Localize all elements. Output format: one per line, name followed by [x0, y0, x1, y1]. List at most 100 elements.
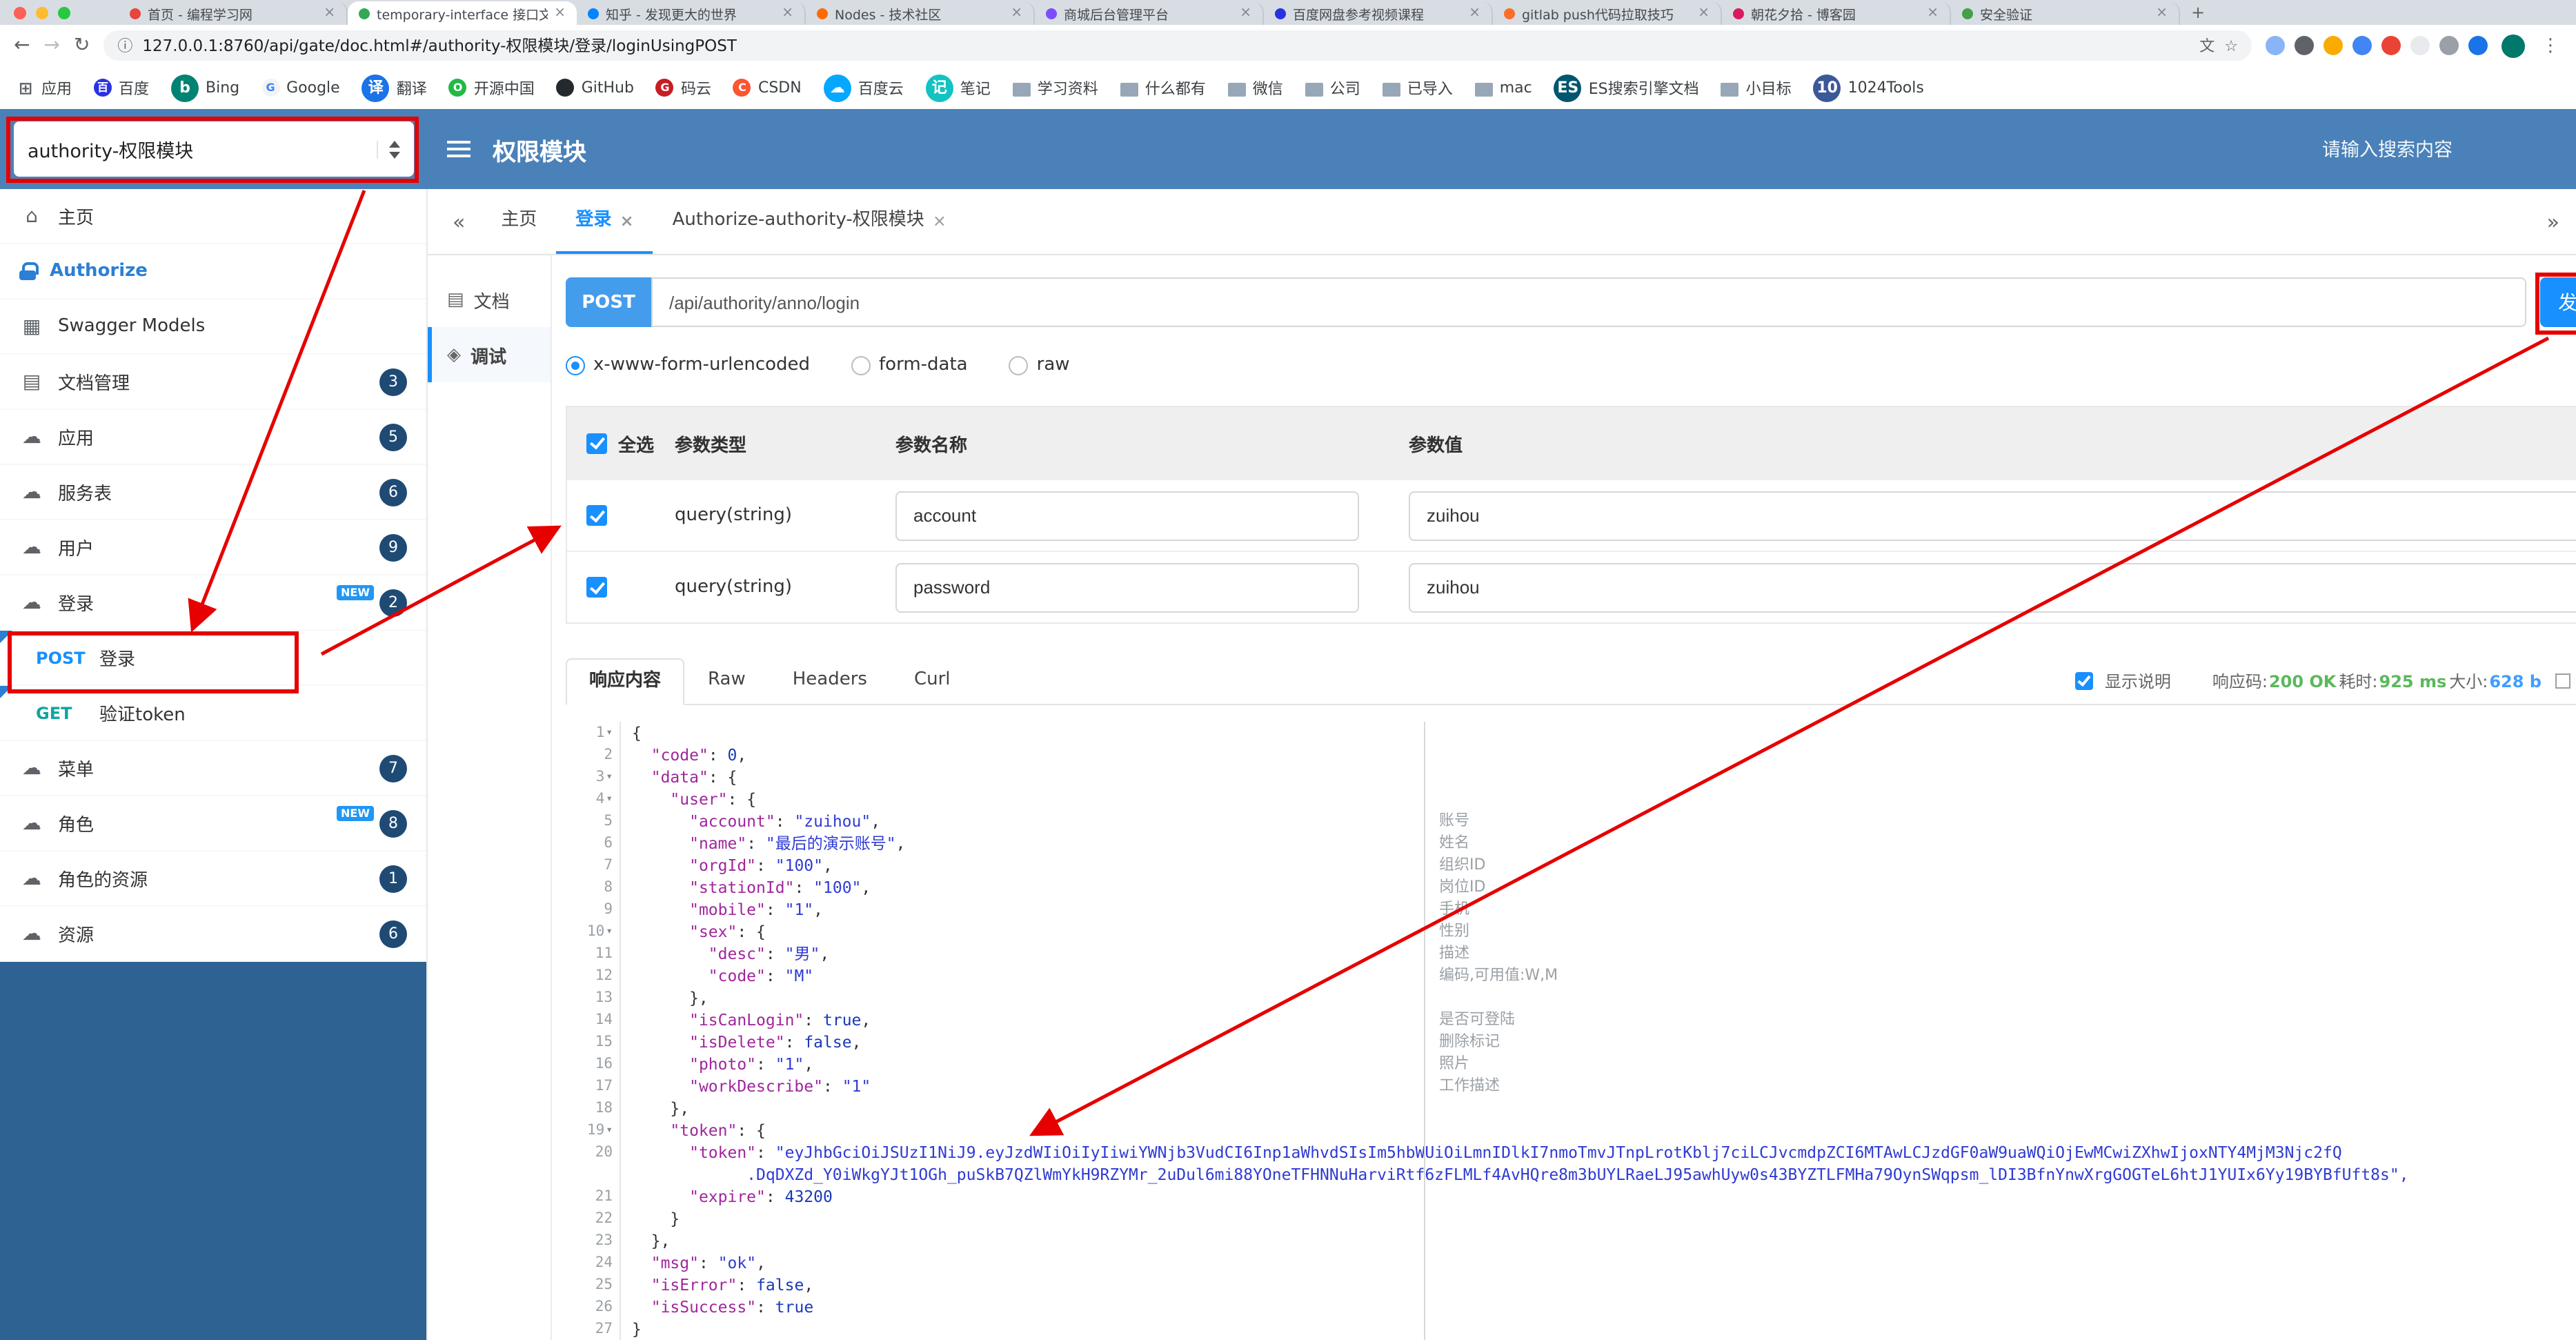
- bookmark-item[interactable]: 公司: [1305, 77, 1360, 99]
- bookmark-item[interactable]: ☁ 百度云: [823, 74, 904, 101]
- bookmark-item[interactable]: 微信: [1227, 77, 1283, 99]
- sidebar-item[interactable]: ⌂ 主页: [0, 189, 426, 244]
- content-type-radio[interactable]: x-www-form-urlencoded: [566, 355, 810, 375]
- bookmark-item[interactable]: 百 百度: [94, 77, 149, 99]
- minimize-window-icon[interactable]: [36, 7, 48, 19]
- bookmark-item[interactable]: GitHub: [556, 79, 634, 97]
- browser-tab[interactable]: 首页 - 编程学习网 ×: [119, 1, 348, 25]
- window-controls[interactable]: [14, 7, 70, 19]
- document-tab[interactable]: Authorize-authority-权限模块 ×: [653, 190, 966, 254]
- bookmark-item[interactable]: 已导入: [1382, 77, 1453, 99]
- content-type-radio[interactable]: form-data: [851, 355, 968, 375]
- extension-icon[interactable]: [2439, 36, 2459, 55]
- extension-icon[interactable]: [2352, 36, 2372, 55]
- fold-icon[interactable]: ▾: [606, 1119, 613, 1141]
- show-description-checkbox[interactable]: [2075, 672, 2094, 690]
- browser-tab[interactable]: 朝花夕拾 - 博客园 ×: [1722, 1, 1951, 25]
- bookmark-item[interactable]: G Google: [261, 79, 340, 97]
- param-name-input[interactable]: [895, 562, 1359, 612]
- browser-tab[interactable]: temporary-interface 接口文档 ×: [348, 1, 577, 25]
- fullscreen-icon[interactable]: [2555, 673, 2570, 689]
- fold-icon[interactable]: ▾: [606, 766, 613, 788]
- profile-avatar[interactable]: [2501, 34, 2525, 57]
- new-tab-button[interactable]: +: [2191, 3, 2205, 25]
- response-tab[interactable]: Curl: [891, 657, 974, 704]
- scroll-tabs-left-icon[interactable]: «: [436, 190, 482, 254]
- request-url-input[interactable]: [651, 277, 2526, 327]
- response-tab[interactable]: Headers: [769, 657, 891, 704]
- bookmark-item[interactable]: 什么都有: [1120, 77, 1206, 99]
- bookmark-item[interactable]: 学习资料: [1012, 77, 1098, 99]
- document-tab[interactable]: 主页: [482, 190, 556, 254]
- close-tab-icon[interactable]: ×: [554, 6, 566, 21]
- extension-icon[interactable]: [2468, 36, 2488, 55]
- close-tab-icon[interactable]: ×: [620, 190, 633, 251]
- close-tab-icon[interactable]: ×: [782, 6, 793, 21]
- close-tab-icon[interactable]: ×: [1927, 6, 1939, 21]
- zoom-window-icon[interactable]: [58, 7, 70, 19]
- header-search-input[interactable]: [2322, 139, 2515, 159]
- forward-icon[interactable]: →: [43, 36, 59, 55]
- sidebar-item[interactable]: ▦ Swagger Models: [0, 299, 426, 355]
- extension-icon[interactable]: [2324, 36, 2343, 55]
- back-icon[interactable]: ←: [14, 36, 30, 55]
- browser-menu-icon[interactable]: ⋮: [2539, 35, 2562, 56]
- browser-tab[interactable]: 商城后台管理平台 ×: [1035, 1, 1264, 25]
- page-info-icon[interactable]: ⓘ: [117, 35, 132, 57]
- browser-tab[interactable]: 安全验证 ×: [1951, 1, 2180, 25]
- bookmark-item[interactable]: ⊞ 应用: [17, 77, 72, 99]
- content-type-radio[interactable]: raw: [1009, 355, 1070, 375]
- browser-tab[interactable]: gitlab push代码拉取技巧 ×: [1493, 1, 1722, 25]
- send-button[interactable]: 发送: [2540, 277, 2576, 327]
- sidebar-item[interactable]: GET 验证token: [0, 686, 426, 741]
- close-tab-icon[interactable]: ×: [933, 190, 947, 251]
- close-tab-icon[interactable]: ×: [1011, 6, 1022, 21]
- scroll-tabs-right-icon[interactable]: »: [2530, 190, 2576, 254]
- bookmark-star-icon[interactable]: ☆: [2224, 37, 2238, 55]
- bookmark-item[interactable]: C CSDN: [733, 79, 802, 97]
- close-tab-icon[interactable]: ×: [1469, 6, 1480, 21]
- fold-icon[interactable]: ▾: [606, 722, 613, 744]
- sidebar-item[interactable]: ▤ 文档管理 3: [0, 355, 426, 410]
- close-tab-icon[interactable]: ×: [1698, 6, 1710, 21]
- extension-icon[interactable]: [2266, 36, 2285, 55]
- extension-icon[interactable]: [2295, 36, 2314, 55]
- translate-icon[interactable]: 文: [2199, 35, 2215, 57]
- sidebar-item[interactable]: Authorize: [0, 244, 426, 299]
- sidebar-item[interactable]: ☁ 角色的资源 1: [0, 851, 426, 907]
- sidebar-item[interactable]: ☁ 用户 9: [0, 520, 426, 575]
- select-all-checkbox[interactable]: [586, 433, 607, 453]
- bookmark-item[interactable]: b Bing: [171, 74, 239, 101]
- bookmark-item[interactable]: ES ES搜索引擎文档: [1554, 74, 1699, 101]
- sidebar-item[interactable]: POST 登录: [0, 631, 426, 686]
- mini-sidebar-item[interactable]: ▤ 文档: [428, 272, 551, 327]
- param-name-input[interactable]: [895, 491, 1359, 540]
- bookmark-item[interactable]: 10 1024Tools: [1813, 74, 1924, 101]
- bookmark-item[interactable]: O 开源中国: [448, 77, 535, 99]
- hamburger-menu-icon[interactable]: [447, 148, 470, 150]
- fold-icon[interactable]: ▾: [606, 788, 613, 810]
- param-checkbox[interactable]: [586, 505, 607, 526]
- bookmark-item[interactable]: 小目标: [1721, 77, 1792, 99]
- bookmark-item[interactable]: 记 笔记: [925, 74, 991, 101]
- document-tab[interactable]: 登录 ×: [556, 190, 653, 254]
- sidebar-item[interactable]: ☁ 角色 NEW 8: [0, 796, 426, 851]
- omnibox[interactable]: ⓘ 127.0.0.1:8760/api/gate/doc.html#/auth…: [103, 30, 2252, 61]
- close-window-icon[interactable]: [14, 7, 26, 19]
- reload-icon[interactable]: ↻: [74, 36, 90, 55]
- sidebar-item[interactable]: ☁ 应用 5: [0, 410, 426, 465]
- browser-tab[interactable]: 百度网盘参考视频课程 ×: [1264, 1, 1493, 25]
- sidebar-item[interactable]: ☁ 资源 6: [0, 907, 426, 962]
- close-tab-icon[interactable]: ×: [1240, 6, 1251, 21]
- close-tab-icon[interactable]: ×: [2156, 6, 2168, 21]
- sidebar-item[interactable]: ☁ 登录 NEW 2: [0, 575, 426, 631]
- module-select[interactable]: authority-权限模块: [14, 121, 414, 177]
- param-value-input[interactable]: [1409, 562, 2576, 612]
- close-tab-icon[interactable]: ×: [324, 6, 335, 21]
- browser-tab[interactable]: 知乎 - 发现更大的世界 ×: [577, 1, 806, 25]
- extension-icon[interactable]: [2410, 36, 2430, 55]
- bookmark-item[interactable]: mac: [1474, 79, 1532, 97]
- sidebar-item[interactable]: ☁ 服务表 6: [0, 465, 426, 520]
- bookmark-item[interactable]: 译 翻译: [361, 74, 427, 101]
- bookmark-item[interactable]: G 码云: [655, 77, 711, 99]
